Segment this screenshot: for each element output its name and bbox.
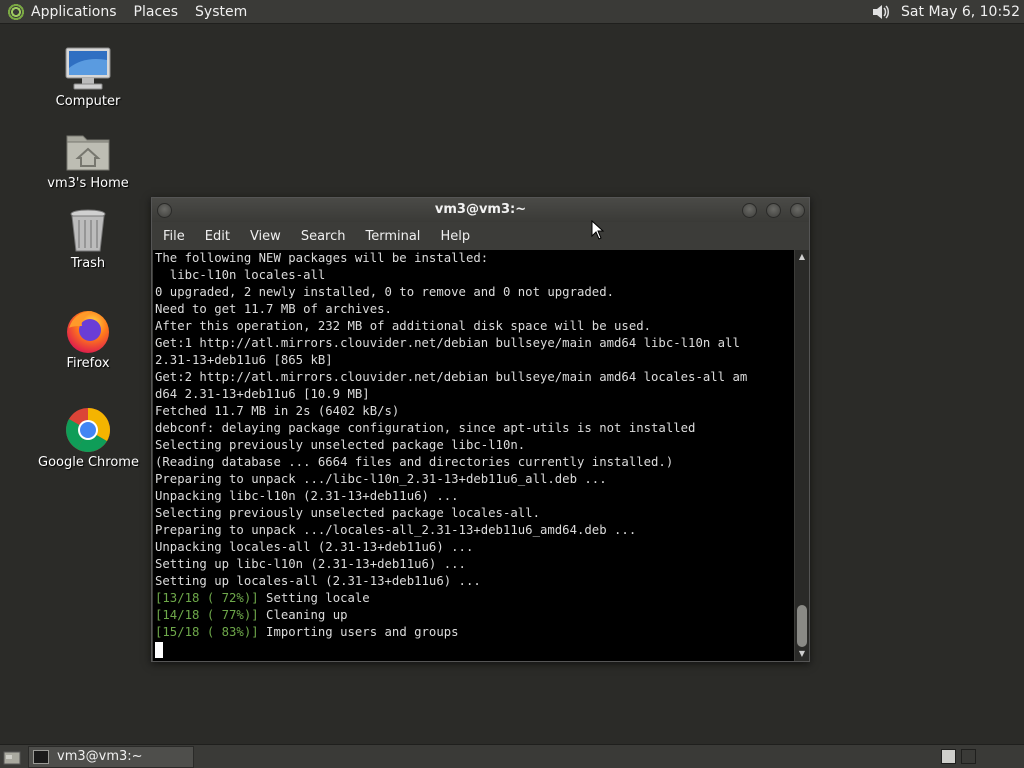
progress-tag: [15/18 ( 83%)]: [155, 625, 259, 639]
close-button[interactable]: [790, 203, 805, 218]
menu-edit[interactable]: Edit: [205, 229, 230, 244]
terminal-line: Get:1 http://atl.mirrors.clouvider.net/d…: [155, 336, 740, 350]
menu-terminal[interactable]: Terminal: [365, 229, 420, 244]
progress-tag: [14/18 ( 77%)]: [155, 608, 259, 622]
top-panel: Applications Places System Sat May 6, 10…: [0, 0, 1024, 24]
terminal-line: libc-l10n locales-all: [155, 268, 326, 282]
terminal-line: Preparing to unpack .../libc-l10n_2.31-1…: [155, 472, 607, 486]
volume-icon[interactable]: [871, 3, 891, 21]
desktop-icon-label: vm3's Home: [47, 176, 129, 191]
terminal-line: Fetched 11.7 MB in 2s (6402 kB/s): [155, 404, 400, 418]
desktop-icon-label: Google Chrome: [38, 455, 139, 470]
mouse-pointer-icon: [591, 219, 605, 240]
trash-icon: [64, 208, 112, 254]
bottom-panel: vm3@vm3:~: [0, 744, 1024, 768]
terminal-line: 2.31-13+deb11u6 [865 kB]: [155, 353, 333, 367]
terminal-menubar: File Edit View Search Terminal Help: [152, 222, 809, 250]
terminal-progress-line: [15/18 ( 83%)] Importing users and group…: [155, 624, 794, 641]
system-menu[interactable]: System: [195, 4, 247, 20]
terminal-scrollbar[interactable]: ▲ ▼: [795, 250, 809, 661]
workspace-2[interactable]: [961, 749, 976, 764]
desktop-icon-trash[interactable]: Trash: [38, 208, 138, 271]
menu-file[interactable]: File: [163, 229, 185, 244]
terminal-line: d64 2.31-13+deb11u6 [10.9 MB]: [155, 387, 370, 401]
scroll-down-icon[interactable]: ▼: [797, 649, 807, 659]
desktop-icon-label: Computer: [55, 94, 121, 109]
maximize-button[interactable]: [766, 203, 781, 218]
terminal-line: Unpacking locales-all (2.31-13+deb11u6) …: [155, 540, 474, 554]
clock[interactable]: Sat May 6, 10:52: [901, 4, 1020, 20]
terminal-line: The following NEW packages will be insta…: [155, 251, 489, 265]
computer-icon: [64, 46, 112, 92]
minimize-button[interactable]: [742, 203, 757, 218]
menu-view[interactable]: View: [250, 229, 281, 244]
window-titlebar[interactable]: vm3@vm3:~: [152, 198, 809, 222]
terminal-line: 0 upgraded, 2 newly installed, 0 to remo…: [155, 285, 615, 299]
window-title: vm3@vm3:~: [434, 202, 527, 217]
terminal-line: After this operation, 232 MB of addition…: [155, 319, 652, 333]
terminal-line: Setting up libc-l10n (2.31-13+deb11u6) .…: [155, 557, 466, 571]
show-desktop-icon[interactable]: [2, 748, 22, 766]
progress-text: Cleaning up: [258, 608, 348, 622]
workspace-1[interactable]: [941, 749, 956, 764]
terminal-line: Selecting previously unselected package …: [155, 506, 540, 520]
terminal-line: Need to get 11.7 MB of archives.: [155, 302, 392, 316]
terminal-line: Preparing to unpack .../locales-all_2.31…: [155, 523, 637, 537]
terminal-progress-line: [14/18 ( 77%)] Cleaning up: [155, 607, 794, 624]
applications-menu[interactable]: Applications: [31, 4, 117, 20]
firefox-icon: [64, 308, 112, 354]
terminal-output[interactable]: The following NEW packages will be insta…: [153, 250, 794, 661]
desktop-icon-chrome[interactable]: Google Chrome: [38, 407, 139, 470]
terminal-line: Unpacking libc-l10n (2.31-13+deb11u6) ..…: [155, 489, 459, 503]
desktop-icon-label: Firefox: [66, 356, 110, 371]
progress-tag: [13/18 ( 72%)]: [155, 591, 259, 605]
places-menu[interactable]: Places: [134, 4, 179, 20]
chrome-icon: [64, 407, 112, 453]
scroll-up-icon[interactable]: ▲: [797, 252, 807, 262]
menu-help[interactable]: Help: [440, 229, 470, 244]
terminal-prompt-line: [155, 641, 794, 658]
menu-search[interactable]: Search: [301, 229, 346, 244]
terminal-window: vm3@vm3:~ File Edit View Search Terminal…: [151, 197, 810, 662]
terminal-progress-line: [13/18 ( 72%)] Setting locale: [155, 590, 794, 607]
scrollbar-thumb[interactable]: [797, 605, 807, 647]
text-cursor: [155, 642, 163, 658]
progress-text: Importing users and groups: [258, 625, 459, 639]
desktop-icon-firefox[interactable]: Firefox: [38, 308, 138, 371]
top-panel-tray: Sat May 6, 10:52: [871, 0, 1020, 24]
desktop-icon-computer[interactable]: Computer: [38, 46, 138, 109]
progress-text: Setting locale: [258, 591, 370, 605]
desktop-icon-home[interactable]: vm3's Home: [38, 128, 138, 191]
taskbar-item-label: vm3@vm3:~: [57, 749, 143, 764]
terminal-icon: [33, 749, 49, 764]
terminal-line: Setting up locales-all (2.31-13+deb11u6)…: [155, 574, 481, 588]
home-folder-icon: [64, 128, 112, 174]
taskbar-item-terminal[interactable]: vm3@vm3:~: [28, 745, 194, 768]
terminal-line: (Reading database ... 6664 files and dir…: [155, 455, 674, 469]
terminal-line: Selecting previously unselected package …: [155, 438, 526, 452]
desktop-icon-label: Trash: [70, 256, 106, 271]
terminal-line: Get:2 http://atl.mirrors.clouvider.net/d…: [155, 370, 748, 384]
terminal-line: debconf: delaying package configuration,…: [155, 421, 696, 435]
mate-logo-icon[interactable]: [7, 2, 25, 21]
